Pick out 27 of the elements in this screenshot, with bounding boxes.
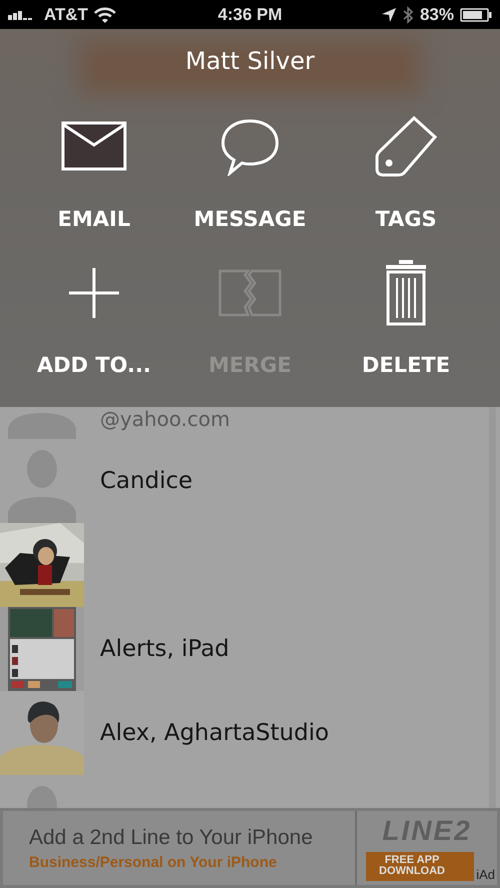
iad-label: iAd: [475, 867, 496, 882]
wifi-icon: [94, 6, 116, 22]
plus-icon: [68, 267, 120, 319]
ad-headline: Add a 2nd Line to Your iPhone: [29, 826, 314, 850]
merge-icon: [218, 269, 282, 317]
battery-percent: 83%: [420, 4, 454, 24]
speech-bubble-icon: [220, 118, 280, 176]
action-button[interactable]: MESSAGE: [172, 97, 328, 231]
download-button[interactable]: FREE APP DOWNLOAD: [366, 852, 474, 881]
action-button[interactable]: ADD TO...: [16, 243, 172, 377]
contact-name[interactable]: Candice: [100, 468, 193, 494]
contact-name: Matt Silver: [184, 46, 316, 77]
envelope-icon: [61, 121, 127, 173]
ad-subline: Business/Personal on Your iPhone: [29, 854, 278, 870]
battery-icon: [460, 8, 492, 22]
carrier-name: AT&T: [44, 4, 88, 24]
action-button[interactable]: DELETE: [328, 243, 484, 377]
bluetooth-icon: [402, 6, 414, 24]
location-arrow-icon: [382, 8, 396, 22]
tag-icon: [374, 115, 438, 179]
clock-time: 4:36 PM: [218, 4, 282, 24]
contact-name[interactable]: Alerts, iPad: [100, 636, 230, 662]
contact-name[interactable]: Alex, AghartaStudio: [100, 720, 329, 746]
contact-email: @yahoo.com: [100, 407, 230, 431]
action-button[interactable]: EMAIL: [16, 97, 172, 231]
trash-icon: [384, 260, 428, 326]
action-button[interactable]: TAGS: [328, 97, 484, 231]
